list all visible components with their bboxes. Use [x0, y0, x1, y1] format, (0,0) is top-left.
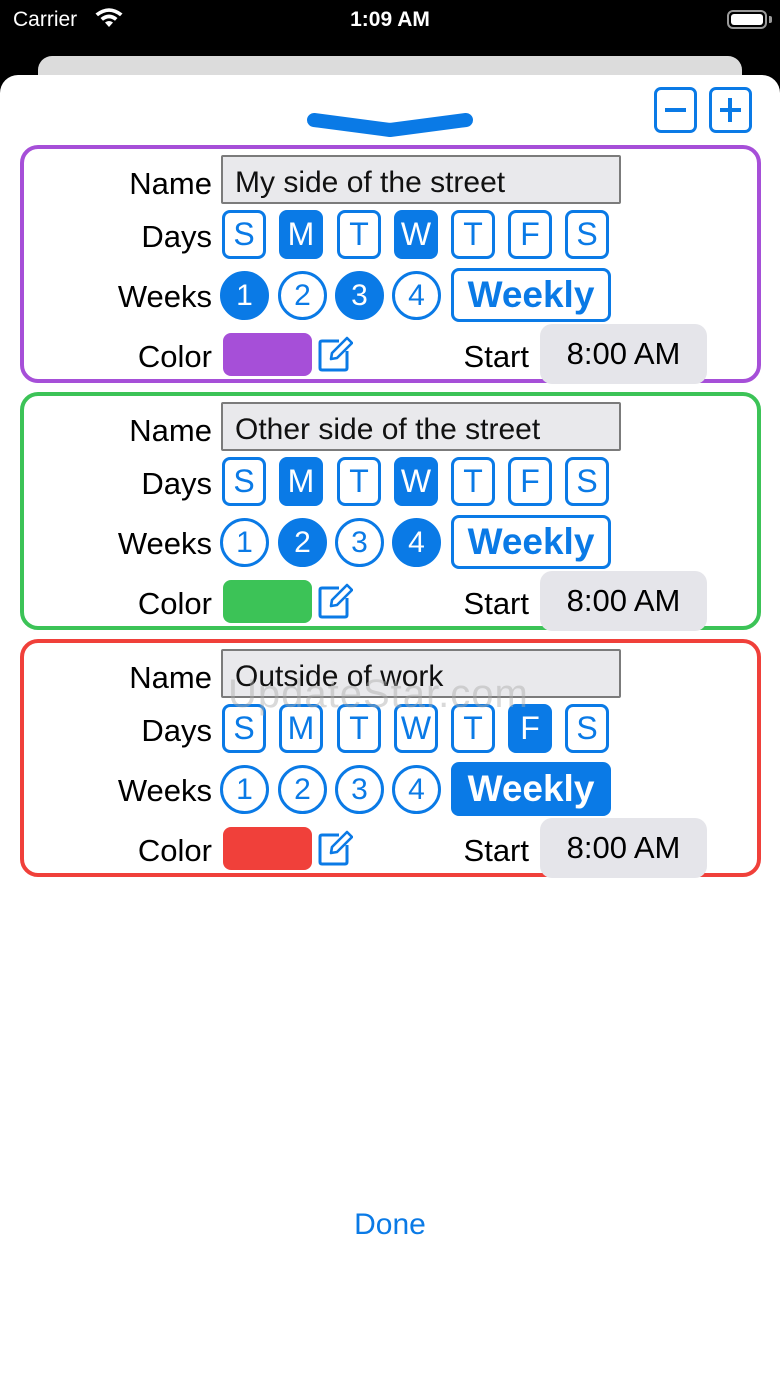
- start-time-button[interactable]: 8:00 AM: [540, 818, 707, 878]
- edit-color-icon[interactable]: [317, 582, 353, 620]
- week-toggle[interactable]: 3: [335, 765, 384, 814]
- day-toggle[interactable]: S: [565, 704, 609, 753]
- schedule-name-field[interactable]: Other side of the street: [221, 402, 621, 451]
- edit-color-icon[interactable]: [317, 829, 353, 867]
- name-label: Name: [129, 413, 212, 448]
- color-swatch[interactable]: [223, 333, 312, 376]
- weeks-label: Weeks: [117, 773, 212, 808]
- name-label: Name: [129, 660, 212, 695]
- week-toggle[interactable]: 4: [392, 271, 441, 320]
- day-toggle[interactable]: S: [222, 210, 266, 259]
- status-bar: Carrier 1:09 AM: [0, 0, 780, 40]
- week-toggle[interactable]: 2: [278, 271, 327, 320]
- color-label: Color: [137, 586, 212, 621]
- color-label: Color: [137, 833, 212, 868]
- day-toggle[interactable]: M: [279, 210, 323, 259]
- week-toggle[interactable]: 1: [220, 765, 269, 814]
- color-swatch[interactable]: [223, 580, 312, 623]
- day-toggle[interactable]: T: [451, 457, 495, 506]
- weeks-label: Weeks: [117, 526, 212, 561]
- days-label: Days: [141, 466, 212, 501]
- name-label: Name: [129, 166, 212, 201]
- start-time-button[interactable]: 8:00 AM: [540, 324, 707, 384]
- days-label: Days: [141, 713, 212, 748]
- week-toggle[interactable]: 2: [278, 518, 327, 567]
- done-button[interactable]: Done: [0, 1208, 780, 1242]
- add-schedule-button[interactable]: [709, 87, 752, 133]
- weeks-label: Weeks: [117, 279, 212, 314]
- schedule-card: Name My side of the street Days S M T W T F S Week…: [20, 145, 761, 384]
- day-toggle[interactable]: S: [565, 457, 609, 506]
- battery-tip: [769, 16, 772, 23]
- week-toggle[interactable]: 3: [335, 518, 384, 567]
- day-toggle[interactable]: T: [337, 210, 381, 259]
- start-label: Start: [463, 833, 529, 868]
- day-toggle[interactable]: S: [565, 210, 609, 259]
- weekly-toggle[interactable]: Weekly: [451, 762, 611, 816]
- clock: 1:09 AM: [350, 8, 430, 31]
- schedule-name-field[interactable]: My side of the street: [221, 155, 621, 204]
- dismiss-handle-icon[interactable]: [306, 112, 474, 138]
- week-toggle[interactable]: 3: [335, 271, 384, 320]
- days-label: Days: [141, 219, 212, 254]
- color-swatch[interactable]: [223, 827, 312, 870]
- start-label: Start: [463, 339, 529, 374]
- battery-icon: [727, 10, 767, 29]
- week-toggle[interactable]: 1: [220, 518, 269, 567]
- start-label: Start: [463, 586, 529, 621]
- day-toggle[interactable]: T: [337, 457, 381, 506]
- schedule-card: Name Other side of the street Days S M T W T F S W…: [20, 392, 761, 631]
- day-toggle[interactable]: W: [394, 210, 438, 259]
- weekly-toggle[interactable]: Weekly: [451, 515, 611, 569]
- watermark: UpdateStar.com: [228, 672, 529, 716]
- day-toggle[interactable]: W: [394, 457, 438, 506]
- week-toggle[interactable]: 4: [392, 765, 441, 814]
- day-toggle[interactable]: F: [508, 457, 552, 506]
- day-toggle[interactable]: M: [279, 457, 323, 506]
- day-toggle[interactable]: F: [508, 210, 552, 259]
- edit-color-icon[interactable]: [317, 335, 353, 373]
- week-toggle[interactable]: 1: [220, 271, 269, 320]
- week-toggle[interactable]: 2: [278, 765, 327, 814]
- day-toggle[interactable]: S: [222, 457, 266, 506]
- weekly-toggle[interactable]: Weekly: [451, 268, 611, 322]
- start-time-button[interactable]: 8:00 AM: [540, 571, 707, 631]
- color-label: Color: [137, 339, 212, 374]
- remove-schedule-button[interactable]: [654, 87, 697, 133]
- day-toggle[interactable]: T: [451, 210, 495, 259]
- week-toggle[interactable]: 4: [392, 518, 441, 567]
